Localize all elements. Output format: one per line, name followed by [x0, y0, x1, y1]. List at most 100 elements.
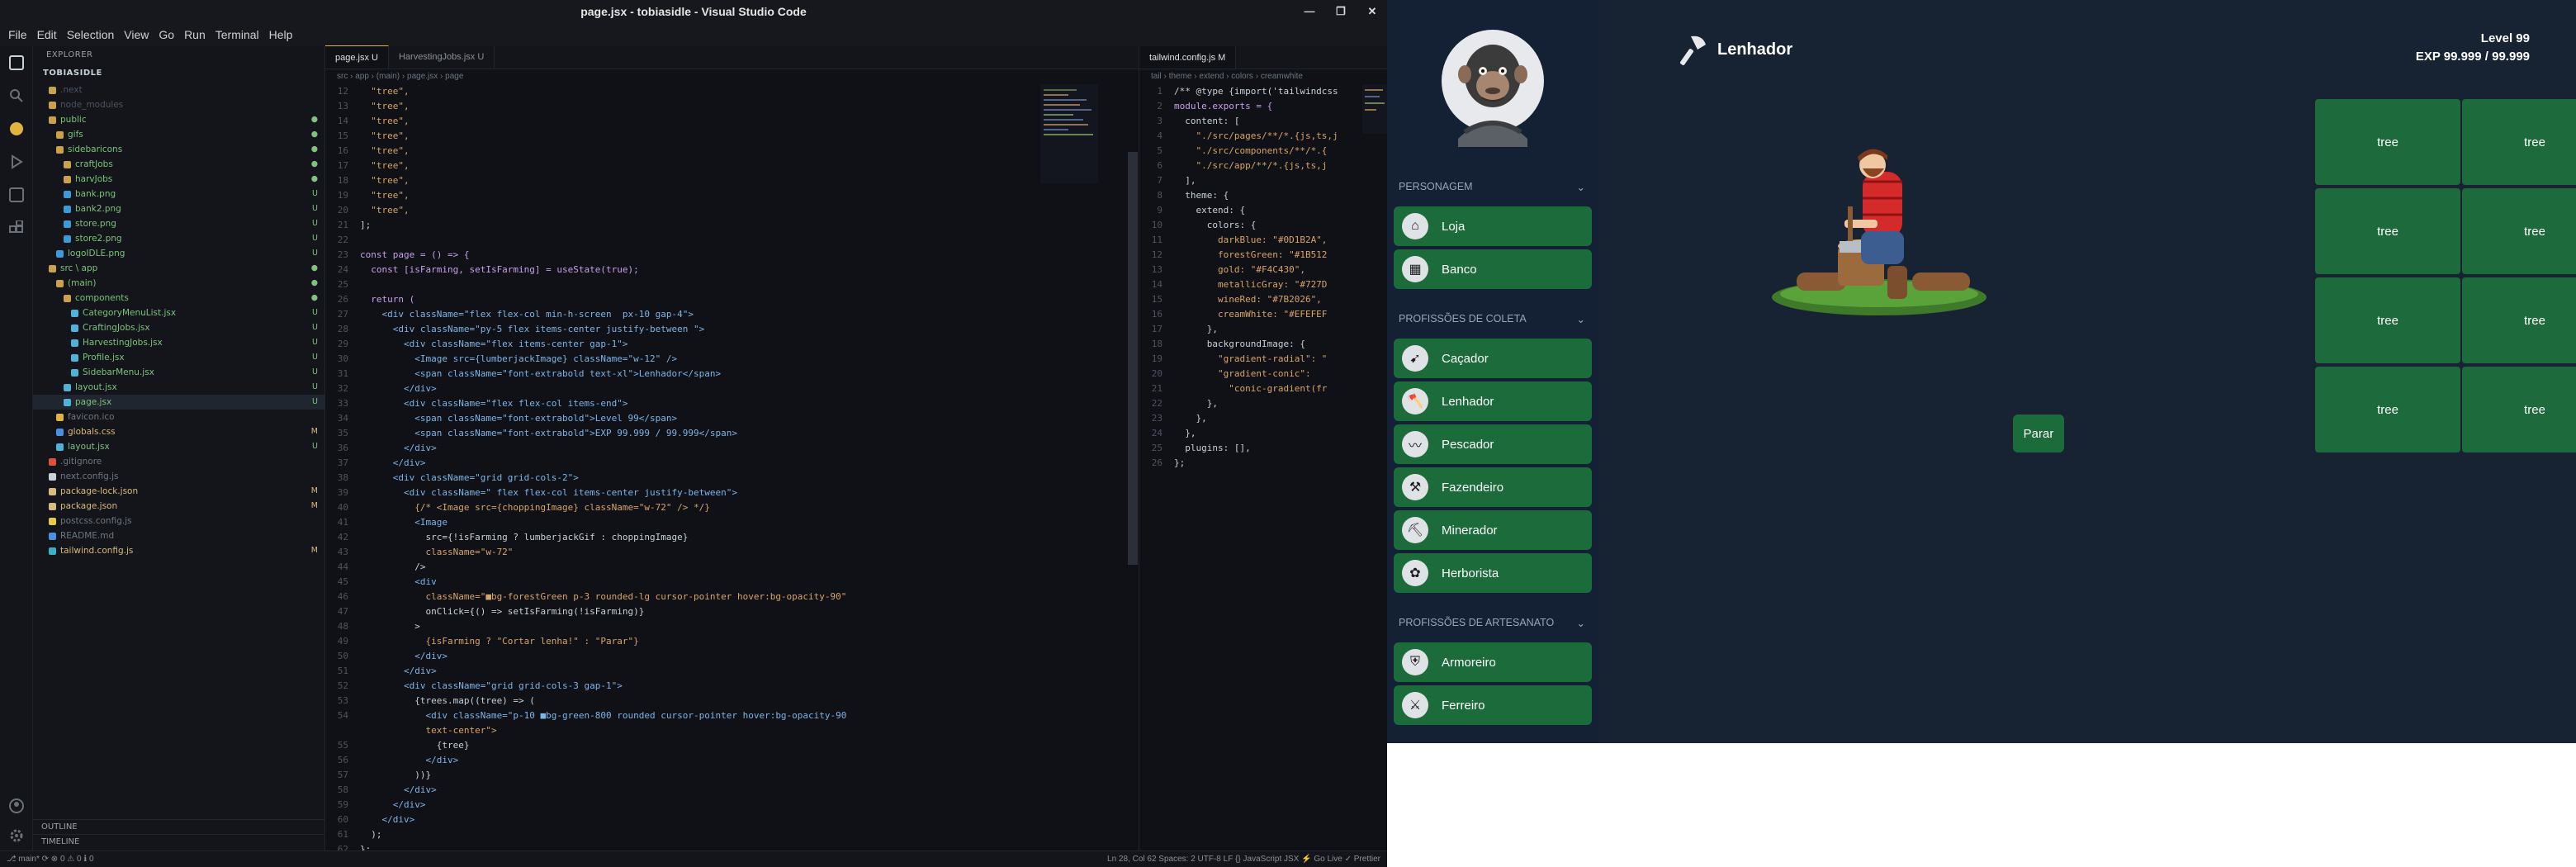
menu-section-header[interactable]: PERSONAGEM ⌄ — [1399, 178, 1585, 195]
file-tree-item[interactable]: SidebarMenu.jsx U — [33, 365, 324, 380]
sidebar-item-banco[interactable]: ▦ Banco — [1394, 249, 1592, 289]
line-text: <Image src={lumberjackImage} className="… — [360, 353, 678, 364]
file-tree-item[interactable]: next.config.js — [33, 469, 324, 484]
line-text: <div className="py-5 flex items-center j… — [360, 324, 705, 334]
sidebar-item-pescador[interactable]: 〰 Pescador — [1394, 424, 1592, 464]
outline-section[interactable]: OUTLINE — [33, 819, 325, 834]
menu-edit[interactable]: Edit — [32, 23, 62, 46]
menu-view[interactable]: View — [119, 23, 154, 46]
tree-tile[interactable]: tree — [2462, 277, 2576, 363]
file-tree-item[interactable]: .gitignore — [33, 454, 324, 469]
extensions-icon[interactable] — [0, 211, 33, 244]
menu-run[interactable]: Run — [179, 23, 211, 46]
menu-selection[interactable]: Selection — [62, 23, 120, 46]
file-tree-item[interactable]: favicon.ico — [33, 410, 324, 424]
menu-help[interactable]: Help — [264, 23, 298, 46]
file-tree-item[interactable]: page.jsx U — [33, 395, 324, 410]
file-tree-item[interactable]: (main) ● — [33, 276, 324, 291]
file-tree-item[interactable]: public ● — [33, 112, 324, 127]
file-tree-item[interactable]: README.md — [33, 528, 324, 543]
sidebar-item-caçador[interactable]: ➹ Caçador — [1394, 339, 1592, 378]
file-tree-item[interactable]: components ● — [33, 291, 324, 306]
status-left[interactable]: ⎇ main* ⟳ ⊗ 0 ⚠ 0 ℹ 0 — [7, 855, 94, 864]
file-tree-item[interactable]: tailwind.config.js M — [33, 543, 324, 558]
sidebar-item-ferreiro[interactable]: ⚔ Ferreiro — [1394, 685, 1592, 725]
sidebar-item-herborista[interactable]: ✿ Herborista — [1394, 553, 1592, 593]
timeline-section[interactable]: TIMELINE — [33, 834, 325, 849]
breadcrumb[interactable]: src › app › (main) › page.jsx › page — [325, 69, 1139, 84]
search-icon[interactable] — [0, 79, 33, 112]
minimize-icon[interactable]: — — [1295, 0, 1324, 23]
tree-tile[interactable]: tree — [2462, 367, 2576, 452]
file-tree-item[interactable]: bank2.png U — [33, 201, 324, 216]
code-area[interactable]: 12 "tree", 13 "tree", 14 "tree", 15 "tree",… — [325, 84, 1139, 867]
minimap-side[interactable] — [1362, 84, 1387, 183]
tree-tile[interactable]: tree — [2315, 99, 2460, 185]
source-control-icon[interactable] — [0, 112, 33, 145]
chevron-down-icon[interactable]: ⌄ — [1577, 181, 1585, 193]
remote-explorer-icon[interactable] — [0, 178, 33, 211]
minimap[interactable] — [1040, 84, 1098, 183]
file-tree-item[interactable]: node_modules — [33, 97, 324, 112]
file-tree-item[interactable]: craftJobs ● — [33, 157, 324, 172]
tree-tile[interactable]: tree — [2462, 188, 2576, 274]
file-tree-item[interactable]: store2.png U — [33, 231, 324, 246]
editor-tab[interactable]: tailwind.config.js M — [1139, 46, 1237, 69]
menu-terminal[interactable]: Terminal — [211, 23, 264, 46]
editor-tab[interactable]: HarvestingJobs.jsx U — [389, 45, 495, 69]
menu-file[interactable]: File — [3, 23, 32, 46]
file-tree-item[interactable]: HarvestingJobs.jsx U — [33, 335, 324, 350]
tree-tile[interactable]: tree — [2315, 188, 2460, 274]
file-tree-item[interactable]: layout.jsx U — [33, 380, 324, 395]
file-tree-item[interactable]: harvJobs ● — [33, 172, 324, 187]
file-tree-item[interactable]: .next — [33, 83, 324, 97]
menu-section-header[interactable]: PROFISSÕES DE ARTESANATO ⌄ — [1399, 614, 1585, 631]
editor-tab[interactable]: page.jsx U — [325, 45, 389, 69]
tree-tile[interactable]: tree — [2462, 99, 2576, 185]
account-icon[interactable] — [0, 789, 33, 822]
file-tree-item[interactable]: gifs ● — [33, 127, 324, 142]
editor-scrollbar[interactable] — [1128, 152, 1138, 565]
file-tree-item[interactable]: Profile.jsx U — [33, 350, 324, 365]
sidebar-item-lenhador[interactable]: 🪓 Lenhador — [1394, 381, 1592, 421]
menu-go[interactable]: Go — [154, 23, 179, 46]
breadcrumb-side[interactable]: tail › theme › extend › colors › creamwh… — [1139, 69, 1387, 84]
chevron-down-icon[interactable]: ⌄ — [1577, 313, 1585, 325]
file-tree-item[interactable]: globals.css M — [33, 424, 324, 439]
chevron-down-icon[interactable]: ⌄ — [1577, 617, 1585, 629]
file-tree-item[interactable]: layout.jsx U — [33, 439, 324, 454]
file-tree-item[interactable]: package-lock.json M — [33, 484, 324, 499]
code-line: 60 </div> — [325, 813, 1139, 827]
tree-tile[interactable]: tree — [2315, 367, 2460, 452]
sidebar-item-armoreiro[interactable]: ⛨ Armoreiro — [1394, 642, 1592, 682]
maximize-icon[interactable]: ❐ — [1326, 0, 1356, 23]
file-tree-item[interactable]: src \ app ● — [33, 261, 324, 276]
sidebar-item-loja[interactable]: ⌂ Loja — [1394, 206, 1592, 246]
tree-tile[interactable]: tree — [2315, 277, 2460, 363]
line-number: 15 — [1151, 294, 1163, 305]
project-folder[interactable]: TOBIASIDLE — [33, 64, 324, 83]
line-number: 4 — [1157, 130, 1163, 141]
line-text: module.exports = { — [1174, 101, 1273, 111]
file-tree-item[interactable]: store.png U — [33, 216, 324, 231]
run-debug-icon[interactable] — [0, 145, 33, 178]
file-tree-item[interactable]: package.json M — [33, 499, 324, 514]
sidebar-item-minerador[interactable]: ⛏ Minerador — [1394, 510, 1592, 550]
close-icon[interactable]: ✕ — [1357, 0, 1387, 23]
code-line: 56 </div> — [325, 753, 1139, 768]
code-line: 26}; — [1139, 456, 1387, 471]
sidebar-item-fazendeiro[interactable]: ⚒ Fazendeiro — [1394, 467, 1592, 507]
file-tree-item[interactable]: sidebaricons ● — [33, 142, 324, 157]
explorer-icon[interactable] — [0, 46, 33, 79]
file-tree-item[interactable]: CraftingJobs.jsx U — [33, 320, 324, 335]
file-tree-item[interactable]: postcss.config.js — [33, 514, 324, 528]
code-area-side[interactable]: 1 /** @type {import('tailwindcss 2 module.e… — [1139, 84, 1387, 471]
settings-gear-icon[interactable] — [0, 819, 33, 852]
file-tree-item[interactable]: logoIDLE.png U — [33, 246, 324, 261]
stop-button[interactable]: Parar — [2013, 415, 2064, 452]
sidebar-item-label: Armoreiro — [1442, 655, 1496, 670]
status-right[interactable]: Ln 28, Col 62 Spaces: 2 UTF-8 LF {} Java… — [1107, 855, 1380, 864]
file-tree-item[interactable]: bank.png U — [33, 187, 324, 201]
file-tree-item[interactable]: CategoryMenuList.jsx U — [33, 306, 324, 320]
menu-section-header[interactable]: PROFISSÕES DE COLETA ⌄ — [1399, 310, 1585, 327]
